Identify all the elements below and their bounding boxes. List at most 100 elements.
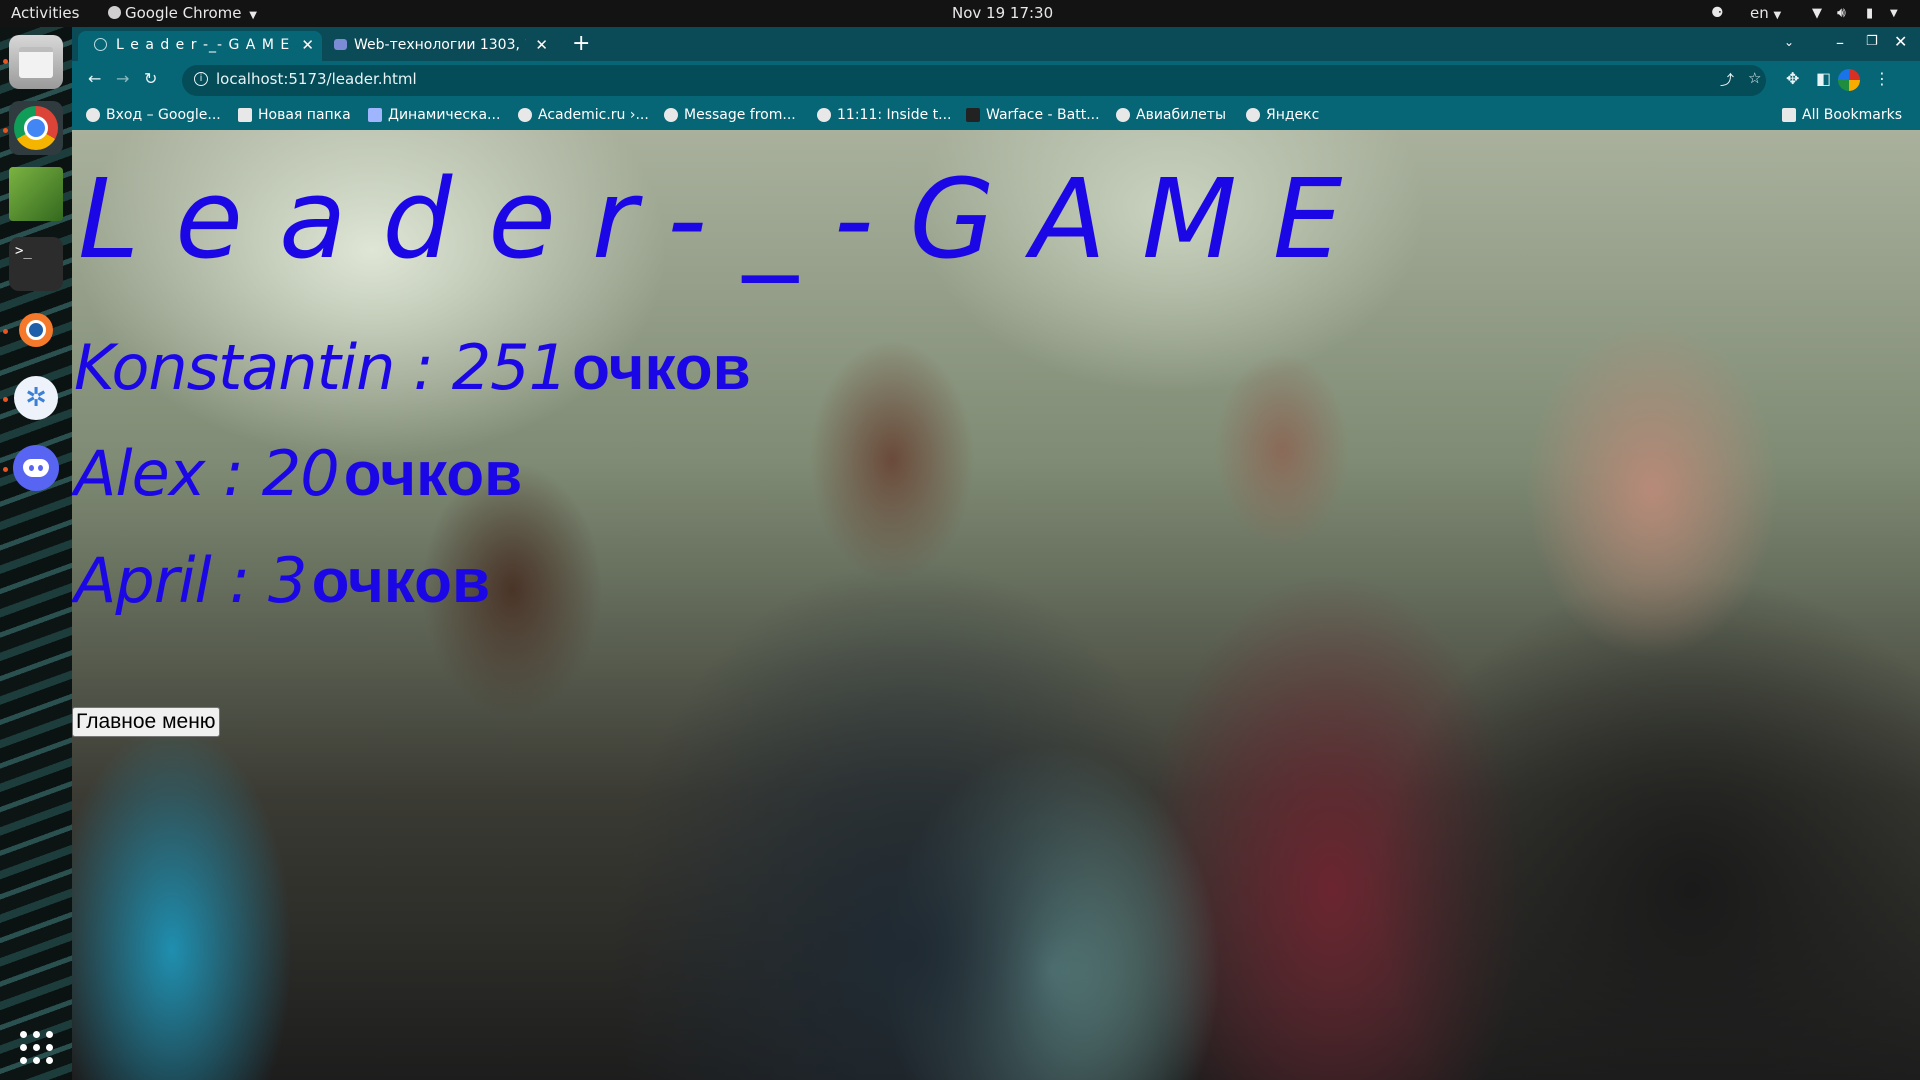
running-indicator: [3, 128, 8, 133]
player-score: Alex : 20: [74, 437, 340, 510]
grid-icon[interactable]: [9, 1020, 63, 1074]
globe-icon: [1246, 108, 1260, 122]
globe-icon: [518, 108, 532, 122]
browser-toolbar: ← → ↻ i localhost:5173/leader.html ⤴ ☆ ✥…: [72, 61, 1920, 100]
folder-icon: [238, 108, 252, 122]
running-indicator: [3, 59, 8, 64]
running-indicator: [3, 467, 8, 472]
keyboard-layout-label: en: [1750, 4, 1769, 22]
battery-icon[interactable]: ▮: [1866, 0, 1873, 27]
page-content: Leader-_-GAME Konstantin : 251 очков Ale…: [72, 130, 1920, 1080]
bookmark-item[interactable]: Авиабилеты: [1116, 100, 1226, 130]
bookmark-item[interactable]: Динамическа...: [368, 100, 500, 130]
score-unit: очков: [572, 334, 751, 403]
google-icon: [86, 108, 100, 122]
share-icon[interactable]: ⤴: [1720, 70, 1734, 90]
chrome-small-icon: [108, 6, 121, 19]
window-close-icon[interactable]: ✕: [1894, 32, 1907, 51]
side-panel-icon[interactable]: ◧: [1816, 69, 1831, 88]
globe-icon: [1116, 108, 1130, 122]
bookmark-label: All Bookmarks: [1802, 107, 1903, 123]
leaderboard-row: Alex : 20 очков: [74, 443, 522, 506]
score-unit: очков: [343, 440, 523, 509]
bookmark-item[interactable]: 11:11: Inside t...: [817, 100, 952, 130]
activities-button[interactable]: Activities: [11, 0, 79, 27]
game-icon[interactable]: [9, 167, 63, 221]
folder-icon: [1782, 108, 1796, 122]
chevron-down-icon: ▼: [249, 10, 257, 21]
tab-leader-game[interactable]: L e a d e r -_- G A M E ✕: [78, 31, 322, 61]
app-menu-label: Google Chrome: [125, 4, 242, 22]
tab-title: Web-технологии 1303, 1: [354, 37, 526, 53]
reload-icon[interactable]: ↻: [144, 69, 157, 88]
warface-icon: [966, 108, 980, 122]
system-top-bar: Activities Google Chrome ▼ Nov 19 17:30 …: [0, 0, 1920, 27]
google-icon: [817, 108, 831, 122]
tab-web-technologies[interactable]: Web-технологии 1303, 1 ✕: [324, 31, 554, 61]
wifi-icon[interactable]: ▼: [1812, 0, 1822, 27]
gamepad-tray-icon[interactable]: ⚈: [1711, 0, 1724, 27]
main-menu-button[interactable]: Главное меню: [72, 707, 220, 737]
bookmark-label: 11:11: Inside t...: [837, 107, 952, 123]
discord-icon[interactable]: [9, 441, 63, 495]
more-menu-icon[interactable]: ⋮: [1874, 69, 1890, 88]
bookmark-item[interactable]: Яндекс: [1246, 100, 1319, 130]
chrome-icon[interactable]: [9, 101, 63, 155]
kde-icon[interactable]: ✲: [9, 371, 63, 425]
bookmark-item[interactable]: Warface - Batt...: [966, 100, 1100, 130]
page-title: Leader-_-GAME: [78, 155, 1379, 283]
browser-window: L e a d e r -_- G A M E ✕ Web-технологии…: [72, 27, 1920, 1080]
page-icon: [368, 108, 382, 122]
bookmark-star-icon[interactable]: ☆: [1748, 69, 1761, 87]
bookmark-item[interactable]: Academic.ru ›...: [518, 100, 649, 130]
maximize-icon[interactable]: ❐: [1866, 34, 1878, 49]
keyboard-layout-indicator[interactable]: en ▼: [1750, 0, 1781, 27]
globe-icon: [664, 108, 678, 122]
bookmark-label: Message from...: [684, 107, 796, 123]
address-bar[interactable]: i localhost:5173/leader.html ⤴ ☆: [182, 65, 1766, 96]
bookmark-item[interactable]: Message from...: [664, 100, 796, 130]
page-favicon-icon: [334, 39, 347, 50]
info-icon[interactable]: i: [194, 72, 208, 86]
all-bookmarks-folder[interactable]: All Bookmarks: [1782, 100, 1902, 130]
leaderboard-row: Konstantin : 251 очков: [74, 337, 751, 400]
terminal-icon[interactable]: >_: [9, 237, 63, 291]
bookmark-item[interactable]: Вход – Google...: [86, 100, 221, 130]
back-icon[interactable]: ←: [88, 69, 101, 88]
running-indicator: [3, 397, 8, 402]
app-menu[interactable]: Google Chrome ▼: [108, 0, 257, 27]
bookmark-label: Новая папка: [258, 107, 351, 123]
tab-search-chevron-icon[interactable]: ⌄: [1784, 35, 1794, 49]
bookmark-label: Авиабилеты: [1136, 107, 1227, 123]
player-score: April : 3: [74, 544, 307, 617]
bookmarks-bar: Вход – Google... Новая папка Динамическа…: [72, 100, 1920, 130]
bookmark-label: Academic.ru ›...: [538, 107, 649, 123]
clock[interactable]: Nov 19 17:30: [952, 0, 1053, 27]
bookmark-label: Динамическа...: [388, 107, 501, 123]
volume-icon[interactable]: 🔊︎: [1837, 0, 1846, 27]
bookmark-folder[interactable]: Новая папка: [238, 100, 351, 130]
new-tab-button[interactable]: +: [572, 31, 590, 56]
close-icon[interactable]: ✕: [301, 36, 314, 54]
url-text[interactable]: localhost:5173/leader.html: [216, 70, 417, 88]
tab-strip: L e a d e r -_- G A M E ✕ Web-технологии…: [72, 27, 1920, 61]
close-icon[interactable]: ✕: [535, 36, 548, 54]
blender-icon[interactable]: [9, 303, 63, 357]
globe-icon: [94, 38, 107, 51]
folder-icon[interactable]: [9, 35, 63, 89]
profile-avatar[interactable]: [1838, 69, 1860, 91]
bookmark-label: Вход – Google...: [106, 107, 221, 123]
extensions-icon[interactable]: ✥: [1786, 69, 1799, 88]
dock: >_ ✲: [0, 27, 72, 1080]
bookmark-label: Яндекс: [1266, 107, 1320, 123]
tab-title: L e a d e r -_- G A M E: [116, 37, 291, 53]
forward-icon[interactable]: →: [116, 69, 129, 88]
minimize-icon[interactable]: –: [1836, 33, 1844, 52]
running-indicator: [3, 329, 8, 334]
system-menu-chevron-icon[interactable]: ▼: [1890, 0, 1898, 27]
player-score: Konstantin : 251: [74, 331, 568, 404]
score-unit: очков: [311, 547, 491, 616]
bookmark-label: Warface - Batt...: [986, 107, 1100, 123]
leaderboard-row: April : 3 очков: [74, 550, 490, 613]
chevron-down-icon: ▼: [1773, 10, 1782, 21]
